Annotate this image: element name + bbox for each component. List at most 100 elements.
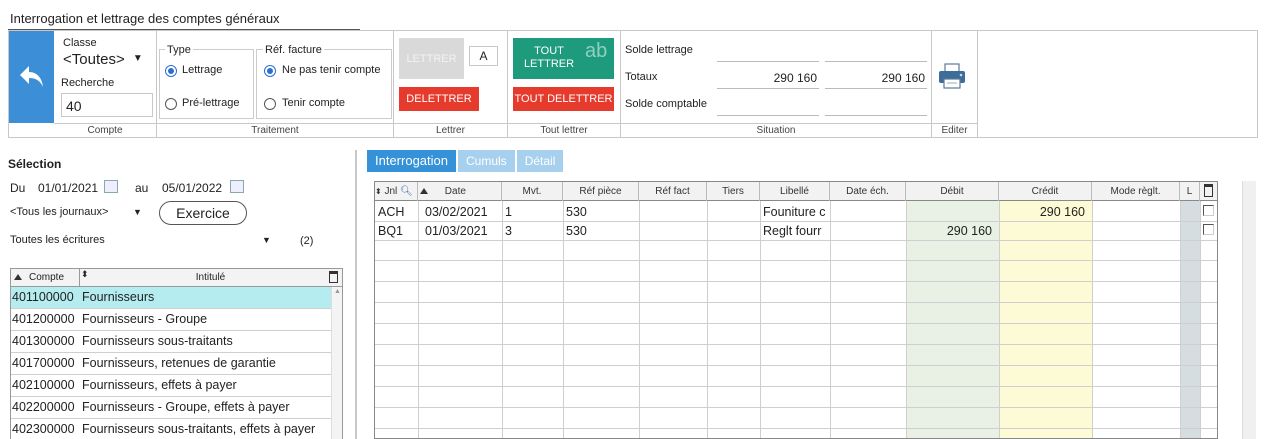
total-credit-value: 290 160 [881,71,925,85]
cell-credit: 290 160 [1039,205,1085,219]
ribbon: Classe <Toutes> ▼ Recherche 40 Compte Ty… [8,30,1258,138]
classe-value: <Toutes> [63,51,125,68]
entries-grid: ⬍ Jnl 🔍︎ Date Mvt. Réf pièce Réf fact Ti… [374,181,1218,439]
cell-compte: 401100000 [12,290,74,304]
cell-debit: 290 160 [946,224,992,238]
col-debit-header[interactable]: Débit [906,182,999,201]
table-row[interactable]: 401200000 Fournisseurs - Groupe [11,309,342,331]
total-debit-value: 290 160 [773,71,817,85]
tenir-compte-radio[interactable] [264,98,276,110]
journaux-select[interactable]: <Tous les journaux> ▼ [10,206,145,222]
table-row[interactable]: 401100000 Fournisseurs [11,287,342,309]
col-mode-header[interactable]: Mode règlt. [1092,182,1180,201]
cell-compte: 402300000 [12,422,75,436]
ref-facture-label: Réf. facture [263,44,324,56]
chevron-down-icon: ▼ [132,53,143,64]
calendar-icon[interactable] [230,180,244,193]
cell-jnl: BQ1 [378,224,404,238]
tout-lettrer-label-2: LETTRER [523,58,575,70]
ab-icon: ab [585,40,608,62]
recherche-input[interactable]: 40 [61,93,153,117]
letter-input[interactable]: A [469,46,498,66]
col-tiers-header[interactable]: Tiers [707,182,760,201]
col-date-header[interactable]: Date [418,182,502,201]
printer-icon [939,63,965,89]
col-lettre-header[interactable]: L [1180,182,1200,201]
lettrer-group-label: Lettrer [394,123,507,138]
col-libelle-header[interactable]: Libellé [760,182,830,201]
lettre-column-bg [1180,201,1200,438]
compte-group-label: Compte [54,123,156,138]
calendar-icon[interactable] [104,180,118,193]
cell-ref-piece: 530 [566,205,587,219]
col-mvt-header[interactable]: Mvt. [502,182,563,201]
situation-group-label: Situation [621,123,931,138]
cell-compte: 401300000 [12,334,75,348]
lettrage-radio[interactable] [165,65,177,77]
cell-date: 01/03/2021 [425,224,488,238]
pre-lettrage-option: Pré-lettrage [182,97,240,109]
cell-compte: 401200000 [12,312,75,326]
traitement-group-label: Traitement [157,123,393,138]
cell-mvt: 1 [505,205,512,219]
lettre-checkbox[interactable] [1203,224,1214,235]
cell-jnl: ACH [378,205,405,219]
col-credit-header[interactable]: Crédit [999,182,1092,201]
table-row[interactable]: 401700000 Fournisseurs, retenues de gara… [11,353,342,375]
tab-cumuls[interactable]: Cumuls [458,150,515,172]
tout-lettrer-label-1: TOUT [534,45,564,57]
print-button[interactable] [937,61,967,94]
pre-lettrage-radio[interactable] [165,98,177,110]
table-row[interactable]: 402300000 Fournisseurs sous-traitants, e… [11,419,342,439]
type-label: Type [165,44,193,56]
cell-compte: 401700000 [12,356,75,370]
cell-mvt: 3 [505,224,512,238]
chevron-down-icon: ▼ [262,235,271,245]
au-label: au [135,181,149,195]
du-label: Du [10,181,26,195]
accounts-scrollbar[interactable]: ▲ [331,287,342,439]
grid-header: ⬍ Jnl 🔍︎ Date Mvt. Réf pièce Réf fact Ti… [375,182,1217,201]
table-row[interactable]: 401300000 Fournisseurs sous-traitants [11,331,342,353]
credit-column-bg [999,201,1092,438]
col-ref-fact-header[interactable]: Réf fact [639,182,707,201]
cell-intitule: Fournisseurs sous-traitants, effets à pa… [82,422,316,436]
tout-lettrer-button[interactable]: TOUT LETTRER ab [513,38,614,79]
cell-compte: 402100000 [12,378,75,392]
trash-icon[interactable] [329,271,338,283]
selection-heading: Sélection [8,157,62,171]
col-ref-piece-header[interactable]: Réf pièce [563,182,639,201]
ne-pas-tenir-compte-radio[interactable] [264,65,276,77]
ecritures-value: Toutes les écritures [10,234,105,246]
accounts-table: Compte ⬍ Intitulé 401100000 Fournisseurs… [10,268,343,439]
grid-scrollbar[interactable] [1242,181,1256,439]
lettrer-button[interactable]: LETTRER [399,38,464,79]
tab-bar: Interrogation Cumuls Détail [367,150,565,172]
table-row[interactable]: 402200000 Fournisseurs - Groupe, effets … [11,397,342,419]
tab-interrogation[interactable]: Interrogation [367,150,456,172]
totaux-label: Totaux [625,71,658,83]
classe-select[interactable]: <Toutes> ▼ [63,51,143,68]
ecritures-select[interactable]: Toutes les écritures ▼ [10,234,272,250]
col-intitule-header[interactable]: Intitulé [11,272,344,283]
col-date-ech-header[interactable]: Date éch. [830,182,906,201]
tab-detail[interactable]: Détail [516,150,564,172]
window-title: Interrogation et lettrage des comptes gé… [8,8,360,30]
date-to-input[interactable]: 05/01/2022 [162,181,222,195]
panel-divider[interactable] [355,150,357,439]
cell-date: 03/02/2021 [425,205,488,219]
date-from-input[interactable]: 01/01/2021 [38,181,98,195]
trash-icon[interactable] [1204,184,1213,197]
scroll-up-icon[interactable]: ▲ [334,288,341,295]
back-button[interactable] [9,31,54,123]
cell-intitule: Fournisseurs, retenues de garantie [82,356,276,370]
table-row[interactable]: 402100000 Fournisseurs, effets à payer [11,375,342,397]
accounts-header: Compte ⬍ Intitulé [11,269,342,287]
editer-group-label: Editer [932,123,977,138]
col-jnl-header[interactable]: ⬍ Jnl 🔍︎ [375,182,418,201]
delettrer-button[interactable]: DELETTRER [399,87,479,111]
lettre-checkbox[interactable] [1203,205,1214,216]
tout-delettrer-button[interactable]: TOUT DELETTRER [513,87,614,111]
exercice-button[interactable]: Exercice [159,201,247,225]
cell-ref-piece: 530 [566,224,587,238]
